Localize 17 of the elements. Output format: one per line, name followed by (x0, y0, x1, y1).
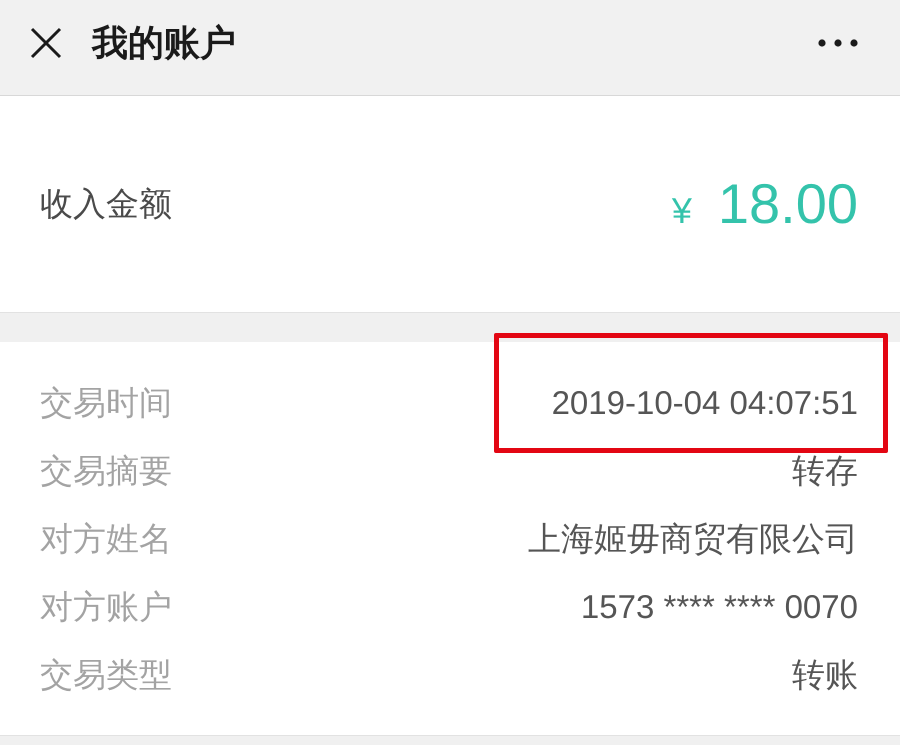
amount-label: 收入金额 (40, 184, 172, 224)
more-icon[interactable] (818, 38, 858, 46)
detail-value: 2019-10-04 04:07:51 (552, 383, 858, 423)
close-button[interactable] (30, 26, 62, 58)
detail-value: 1573 **** **** 0070 (580, 587, 858, 627)
detail-label: 交易时间 (40, 383, 172, 423)
detail-value: 转存 (792, 451, 858, 491)
detail-value: 转账 (792, 655, 858, 695)
page-title: 我的账户 (92, 20, 236, 64)
detail-label: 对方姓名 (40, 519, 172, 559)
detail-label: 对方账户 (40, 587, 172, 627)
currency-symbol: ¥ (672, 193, 692, 229)
detail-label: 交易摘要 (40, 451, 172, 491)
detail-label: 交易类型 (40, 655, 172, 695)
detail-value: 上海姬毋商贸有限公司 (528, 519, 858, 559)
close-icon (30, 26, 62, 58)
amount-value: 18.00 (718, 176, 858, 232)
